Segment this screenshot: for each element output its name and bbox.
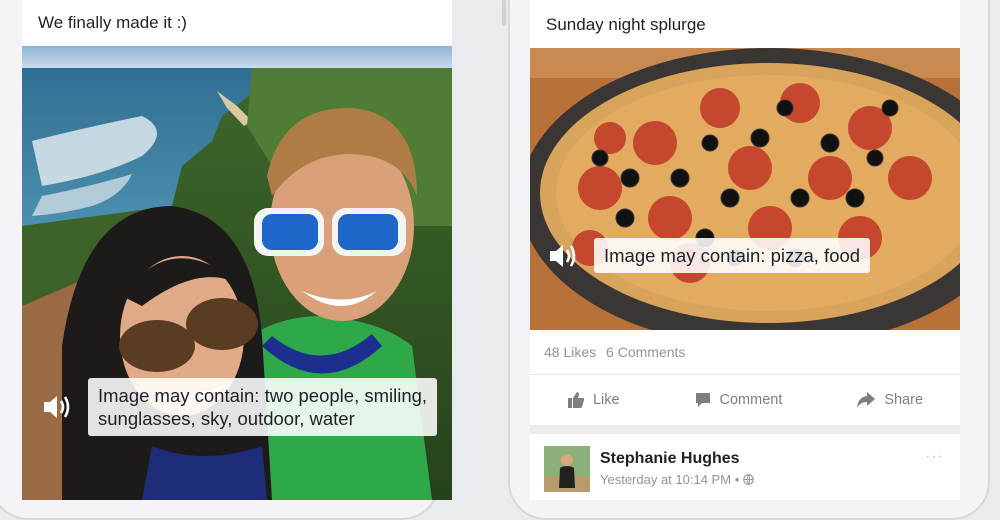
speaker-icon[interactable]	[546, 239, 580, 273]
globe-icon	[743, 474, 754, 485]
like-button[interactable]: Like	[567, 391, 620, 409]
right-phone-screen: Sunday night splurge Image may contain: …	[530, 0, 960, 500]
post-actions: Like Comment Share	[530, 374, 960, 425]
timestamp-text[interactable]: Yesterday at 10:14 PM	[600, 472, 731, 487]
speaker-icon[interactable]	[40, 390, 74, 424]
alt-text-overlay: Image may contain: pizza, food	[546, 238, 871, 273]
post-caption: We finally made it :)	[22, 0, 452, 46]
alt-text-line-2: sunglasses, sky, outdoor, water	[98, 408, 355, 429]
post-timestamp: Yesterday at 10:14 PM •	[600, 472, 754, 487]
share-label: Share	[884, 392, 924, 408]
share-button[interactable]: Share	[856, 391, 923, 409]
post-stats: 48 Likes 6 Comments	[530, 330, 960, 374]
post-author-name[interactable]: Stephanie Hughes	[600, 450, 740, 468]
avatar[interactable]	[544, 446, 590, 492]
likes-count[interactable]: 48 Likes	[544, 344, 596, 360]
like-label: Like	[592, 392, 620, 408]
pizza-photo[interactable]	[530, 48, 960, 330]
alt-text-overlay: Image may contain: two people, smiling, …	[40, 378, 438, 436]
left-phone-screen: We finally made it :) Image may contain:…	[22, 0, 452, 500]
timestamp-separator: •	[734, 472, 740, 487]
comment-button[interactable]: Comment	[694, 391, 783, 409]
share-icon	[857, 392, 876, 408]
more-options-icon[interactable]: ···	[925, 448, 944, 466]
alt-text-label: Image may contain: pizza, food	[594, 238, 871, 273]
post-caption: Sunday night splurge	[530, 0, 960, 48]
right-phone-mute-switch	[502, 0, 506, 26]
comments-count[interactable]: 6 Comments	[606, 344, 685, 360]
comment-icon	[695, 393, 710, 407]
thumbs-up-icon	[567, 392, 585, 408]
alt-text-label: Image may contain: two people, smiling, …	[88, 378, 438, 436]
next-post-header: Stephanie Hughes Yesterday at 10:14 PM •…	[530, 434, 960, 500]
alt-text-line-1: Image may contain: two people, smiling,	[98, 385, 428, 406]
comment-label: Comment	[719, 392, 783, 408]
